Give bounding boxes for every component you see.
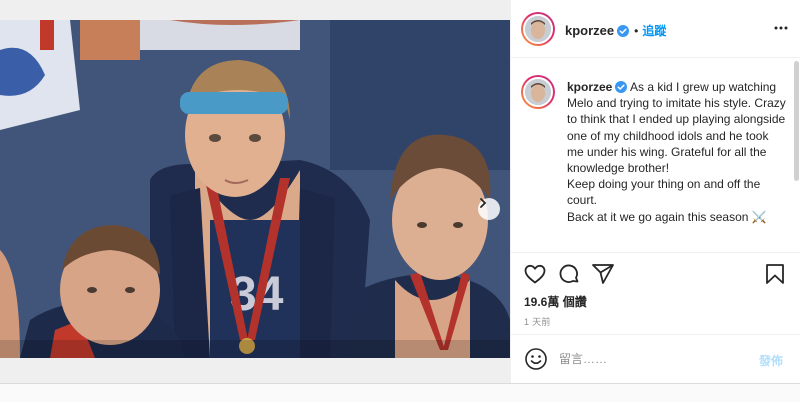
author-avatar[interactable] — [521, 12, 555, 46]
post-photo: 34 — [0, 20, 510, 358]
post-media: 34 — [0, 0, 510, 383]
caption-line-2: Keep doing your thing on and off the cou… — [567, 177, 761, 208]
share-icon[interactable] — [591, 262, 615, 286]
verified-badge-icon — [617, 24, 630, 37]
post-comment-button[interactable]: 發佈 — [759, 352, 783, 369]
post-actions — [511, 258, 800, 290]
caption-username[interactable]: kporzee — [567, 80, 612, 94]
next-slide-button[interactable] — [478, 198, 500, 220]
emoji-icon[interactable] — [524, 347, 548, 371]
more-options-icon[interactable] — [773, 22, 789, 34]
post-header: kporzee • 追蹤 — [511, 0, 800, 58]
caption-author-avatar[interactable] — [521, 75, 555, 109]
comment-bar: 發佈 — [511, 334, 800, 383]
caption-body: As a kid I grew up watching Melo and try… — [567, 80, 786, 176]
crossed-swords-emoji: ⚔️ — [751, 209, 767, 224]
author-username[interactable]: kporzee — [565, 23, 614, 38]
post-panel: kporzee • 追蹤 kporzee As a kid I grew up … — [510, 0, 800, 383]
post-timestamp[interactable]: 1 天前 — [524, 315, 551, 328]
verified-badge-icon — [615, 81, 628, 93]
comment-input[interactable] — [559, 349, 749, 369]
caption-area[interactable]: kporzee As a kid I grew up watching Melo… — [511, 59, 800, 253]
follow-separator: • — [634, 23, 639, 38]
like-count[interactable]: 19.6萬 個讚 — [524, 293, 587, 310]
heart-icon[interactable] — [523, 262, 547, 286]
caption-text: kporzee As a kid I grew up watching Melo… — [567, 79, 787, 225]
comment-icon[interactable] — [557, 262, 581, 286]
caption-scrollbar[interactable] — [794, 61, 799, 181]
follow-button[interactable]: 追蹤 — [642, 22, 666, 39]
instagram-post: 34 — [0, 0, 800, 384]
chevron-right-icon — [480, 198, 487, 208]
bookmark-icon[interactable] — [763, 262, 787, 286]
caption-line-3: Back at it we go again this season — [567, 209, 749, 224]
